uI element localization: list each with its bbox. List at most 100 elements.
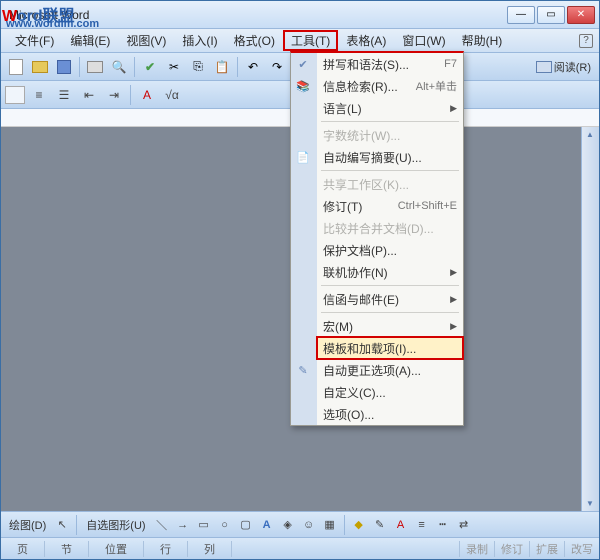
submenu-arrow-icon: ▶ <box>450 103 457 114</box>
menu-item: 比较并合并文档(D)... <box>317 217 463 239</box>
status-ext: 扩展 <box>529 541 564 557</box>
print-preview-button[interactable]: 🔍 <box>108 56 130 78</box>
dash-style-button[interactable]: ┅ <box>434 516 452 534</box>
menu-format[interactable]: 格式(O) <box>226 30 283 51</box>
menu-item[interactable]: ✔拼写和语法(S)...F7 <box>317 53 463 75</box>
arrow-style-button[interactable]: ⇄ <box>455 516 473 534</box>
menu-item[interactable]: 信函与邮件(E)▶ <box>317 288 463 310</box>
close-button[interactable]: ✕ <box>567 6 595 24</box>
menu-item-label: 自定义(C)... <box>323 384 386 401</box>
textbox-button[interactable]: ▢ <box>237 516 255 534</box>
menu-item[interactable]: 语言(L)▶ <box>317 97 463 119</box>
indent-inc-button[interactable]: ⇥ <box>103 84 125 106</box>
indent-dec-button[interactable]: ⇤ <box>78 84 100 106</box>
status-column: 列 <box>188 541 232 557</box>
print-button[interactable] <box>84 56 106 78</box>
cut-button[interactable]: ✂ <box>163 56 185 78</box>
separator <box>79 57 80 77</box>
save-button[interactable] <box>53 56 75 78</box>
titlebar: Microsoft Word Word联盟 www.wordlm.com — ▭… <box>1 1 599 29</box>
open-button[interactable] <box>29 56 51 78</box>
status-trk: 修订 <box>494 541 529 557</box>
menu-item-label: 宏(M) <box>323 318 353 335</box>
redo-button[interactable]: ↷ <box>266 56 288 78</box>
read-mode-button[interactable]: 阅读(R) <box>532 59 595 75</box>
menu-item[interactable]: 保护文档(P)... <box>317 239 463 261</box>
menu-item[interactable]: 📄自动编写摘要(U)... <box>317 146 463 168</box>
equation-button[interactable]: √α <box>161 84 183 106</box>
oval-button[interactable]: ○ <box>216 516 234 534</box>
menu-item-shortcut: Alt+单击 <box>416 78 457 94</box>
menu-edit[interactable]: 编辑(E) <box>62 30 118 51</box>
autoshapes-menu[interactable]: 自选图形(U) <box>82 517 149 533</box>
line-color-button[interactable]: ✎ <box>371 516 389 534</box>
menu-table[interactable]: 表格(A) <box>338 30 394 51</box>
menu-item-shortcut: F7 <box>444 58 457 70</box>
rect-button[interactable]: ▭ <box>195 516 213 534</box>
menu-insert[interactable]: 插入(I) <box>174 30 225 51</box>
save-icon <box>57 60 71 74</box>
window-title: Microsoft Word <box>5 8 507 22</box>
menu-item[interactable]: 选项(O)... <box>317 403 463 425</box>
picture-button[interactable]: ▦ <box>321 516 339 534</box>
separator <box>344 515 345 535</box>
new-doc-icon <box>9 59 23 75</box>
menu-item-label: 共享工作区(K)... <box>323 176 409 193</box>
menu-item[interactable]: 修订(T)Ctrl+Shift+E <box>317 195 463 217</box>
fill-color-button[interactable]: ◆ <box>350 516 368 534</box>
font-color-button[interactable]: A <box>136 84 158 106</box>
status-line: 行 <box>144 541 188 557</box>
line-button[interactable]: ＼ <box>153 516 171 534</box>
bullets-button[interactable]: ≡ <box>28 84 50 106</box>
diagram-button[interactable]: ◈ <box>279 516 297 534</box>
window-controls: — ▭ ✕ <box>507 6 595 24</box>
separator <box>76 515 77 535</box>
menu-item[interactable]: ✎自动更正选项(A)... <box>317 359 463 381</box>
folder-icon <box>32 61 48 73</box>
menu-file[interactable]: 文件(F) <box>7 30 62 51</box>
menu-item-label: 拼写和语法(S)... <box>323 56 409 73</box>
spell-check-button[interactable]: ✔ <box>139 56 161 78</box>
menu-separator <box>321 121 459 122</box>
status-page: 页 <box>1 541 45 557</box>
menu-item-label: 自动编写摘要(U)... <box>323 149 422 166</box>
menu-window[interactable]: 窗口(W) <box>394 30 453 51</box>
menu-view[interactable]: 视图(V) <box>118 30 174 51</box>
menubar: 文件(F) 编辑(E) 视图(V) 插入(I) 格式(O) 工具(T) 表格(A… <box>1 29 599 53</box>
separator <box>237 57 238 77</box>
select-arrow-button[interactable]: ↖ <box>53 516 71 534</box>
new-doc-button[interactable] <box>5 56 27 78</box>
menu-item: 字数统计(W)... <box>317 124 463 146</box>
undo-button[interactable]: ↶ <box>242 56 264 78</box>
menu-item-label: 模板和加载项(I)... <box>323 340 416 357</box>
style-dropdown[interactable] <box>5 86 25 104</box>
numbering-button[interactable]: ☰ <box>53 84 75 106</box>
menu-separator <box>321 312 459 313</box>
menu-item-label: 自动更正选项(A)... <box>323 362 421 379</box>
menu-item[interactable]: 📚信息检索(R)...Alt+单击 <box>317 75 463 97</box>
separator <box>130 85 131 105</box>
draw-menu[interactable]: 绘图(D) <box>5 517 50 533</box>
minimize-button[interactable]: — <box>507 6 535 24</box>
menu-help-icon[interactable]: ? <box>579 34 593 48</box>
menu-item[interactable]: 联机协作(N)▶ <box>317 261 463 283</box>
font-color-button[interactable]: A <box>392 516 410 534</box>
clipart-button[interactable]: ☺ <box>300 516 318 534</box>
vertical-scrollbar[interactable] <box>581 127 599 511</box>
menu-item[interactable]: 自定义(C)... <box>317 381 463 403</box>
copy-button[interactable]: ⎘ <box>187 56 209 78</box>
drawing-toolbar: 绘图(D) ↖ 自选图形(U) ＼ → ▭ ○ ▢ A ◈ ☺ ▦ ◆ ✎ A … <box>1 511 599 537</box>
paste-button[interactable]: 📋 <box>211 56 233 78</box>
arrow-button[interactable]: → <box>174 516 192 534</box>
menu-item[interactable]: 模板和加载项(I)... <box>316 336 464 360</box>
menu-item-label: 保护文档(P)... <box>323 242 397 259</box>
menu-help[interactable]: 帮助(H) <box>454 30 511 51</box>
wordart-button[interactable]: A <box>258 516 276 534</box>
menu-item[interactable]: 宏(M)▶ <box>317 315 463 337</box>
line-style-button[interactable]: ≡ <box>413 516 431 534</box>
menu-item-icon: ✎ <box>295 362 311 378</box>
menu-item-label: 信息检索(R)... <box>323 78 398 95</box>
menu-item-label: 选项(O)... <box>323 406 374 423</box>
menu-tools[interactable]: 工具(T) <box>283 30 338 51</box>
maximize-button[interactable]: ▭ <box>537 6 565 24</box>
